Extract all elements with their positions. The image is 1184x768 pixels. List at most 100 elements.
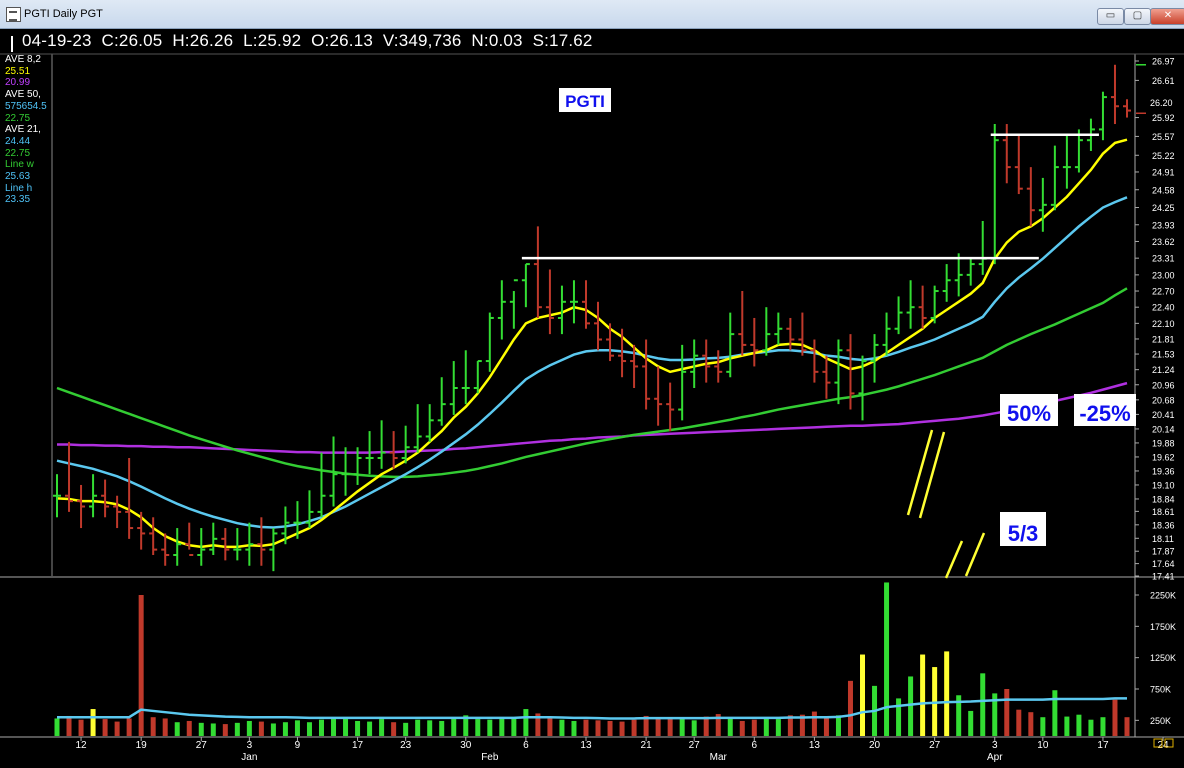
ohlc-bar (341, 447, 350, 496)
trend-marker (964, 532, 986, 577)
volume-bar (667, 719, 673, 736)
date-note-annotation-group: 5/3 (1000, 512, 1046, 546)
volume-bar (691, 720, 697, 736)
ohlc-bar (53, 474, 61, 518)
ohlc-bar (77, 484, 86, 529)
volume-bar (499, 717, 505, 736)
price-tick-label: 24.58 (1152, 185, 1175, 195)
ohlc-bar (557, 285, 566, 335)
volume-bar (186, 720, 192, 736)
month-label: Mar (710, 752, 728, 763)
ohlc-bar (894, 296, 903, 335)
volume-bar (102, 719, 108, 736)
volume-bar (727, 718, 733, 736)
ohlc-bar (942, 264, 951, 302)
price-tick-label: 22.70 (1152, 287, 1175, 297)
volume-bar (355, 720, 361, 736)
price-tick-label: 21.81 (1152, 334, 1175, 344)
price-tick-label: 18.36 (1152, 520, 1175, 530)
ohlc-bar (65, 441, 74, 512)
ohlc-bar (125, 458, 134, 539)
ohlc-bar (654, 366, 663, 426)
volume-bar (427, 720, 433, 736)
day-tick-label: 13 (809, 740, 821, 751)
volume-bar (547, 717, 553, 736)
volume-bar (162, 718, 168, 736)
volume-bar (258, 721, 264, 736)
price-tick-label: 24.91 (1152, 167, 1175, 177)
price-tick-label: 22.10 (1152, 319, 1175, 329)
volume-bar (751, 719, 757, 736)
ohlc-bar (990, 124, 999, 265)
price-tick-label: 18.84 (1152, 494, 1175, 504)
ohlc-bar (834, 339, 843, 405)
volume-bar (451, 717, 457, 736)
volume-bar (1100, 717, 1106, 736)
ohlc-bar (305, 490, 314, 529)
day-tick-label: 23 (400, 740, 412, 751)
ohlc-bar (209, 522, 218, 555)
ohlc-bar (642, 339, 651, 410)
price-tick-label: 26.61 (1152, 76, 1175, 86)
ohlc-bar (221, 528, 230, 561)
price-tick-label: 21.24 (1152, 365, 1175, 375)
ohlc-bar (389, 431, 398, 469)
volume-bar (1076, 714, 1082, 736)
ohlc-bar (185, 522, 194, 556)
volume-bar (1028, 712, 1034, 736)
volume-bar (138, 595, 144, 736)
volume-bar (571, 720, 577, 736)
price-tick-label: 20.14 (1152, 424, 1175, 434)
volume-bar (835, 715, 841, 736)
price-tick-label: 19.36 (1152, 466, 1175, 476)
price-tick-label: 20.96 (1152, 380, 1175, 390)
ohlc-bar (930, 285, 939, 324)
price-tick-label: 20.41 (1152, 410, 1175, 420)
ohlc-bar (377, 420, 386, 469)
ohlc-bar (750, 317, 759, 367)
volume-bar (475, 719, 481, 736)
volume-bar (619, 721, 625, 736)
trend-marker (906, 429, 934, 516)
trend-marker (944, 540, 964, 579)
ohlc-bar (1062, 134, 1071, 189)
ohlc-bar (810, 339, 819, 383)
price-volume-chart[interactable]: 26.97 26.61 25.92 25.57 25.22 24.91 24.58 24.25… (0, 0, 1184, 768)
volume-tick-label: 1750K (1150, 622, 1176, 632)
day-tick-label: 27 (689, 740, 701, 751)
volume-bar (246, 720, 252, 736)
volume-bar (823, 717, 829, 736)
ohlc-bar (1050, 145, 1059, 211)
volume-bar (114, 721, 120, 736)
ohlc-bar (954, 253, 963, 297)
volume-bar (270, 723, 276, 736)
volume-bar (860, 654, 866, 736)
price-tick-label: 25.92 (1152, 113, 1175, 123)
volume-bar (944, 651, 950, 736)
ohlc-bar (257, 517, 266, 566)
volume-bar (1088, 719, 1094, 736)
volume-tick-label: 750K (1150, 685, 1171, 695)
ohlc-bar (317, 452, 326, 518)
ohlc-bar (714, 350, 723, 383)
ohlc-bar (233, 528, 242, 561)
ohlc-bar (461, 350, 470, 405)
volume-bar (150, 717, 156, 736)
month-label: Apr (987, 752, 1003, 763)
volume-bar (980, 673, 986, 736)
percent-down-annotation: -25% (1079, 401, 1130, 426)
price-tick-label: 20.68 (1152, 395, 1175, 405)
volume-bar (331, 718, 337, 736)
day-tick-label: 27 (929, 740, 941, 751)
ohlc-bar (581, 280, 590, 329)
ohlc-bar (690, 339, 699, 388)
ohlc-bar (449, 361, 458, 415)
volume-bar (415, 719, 421, 736)
volume-bar (559, 719, 565, 736)
ohlc-bar (1014, 134, 1023, 195)
ohlc-bar (485, 312, 494, 372)
volume-bar (391, 722, 397, 736)
ohlc-bar (1123, 99, 1131, 118)
day-tick-label: 30 (460, 740, 472, 751)
price-tick-label: 22.40 (1152, 303, 1175, 313)
